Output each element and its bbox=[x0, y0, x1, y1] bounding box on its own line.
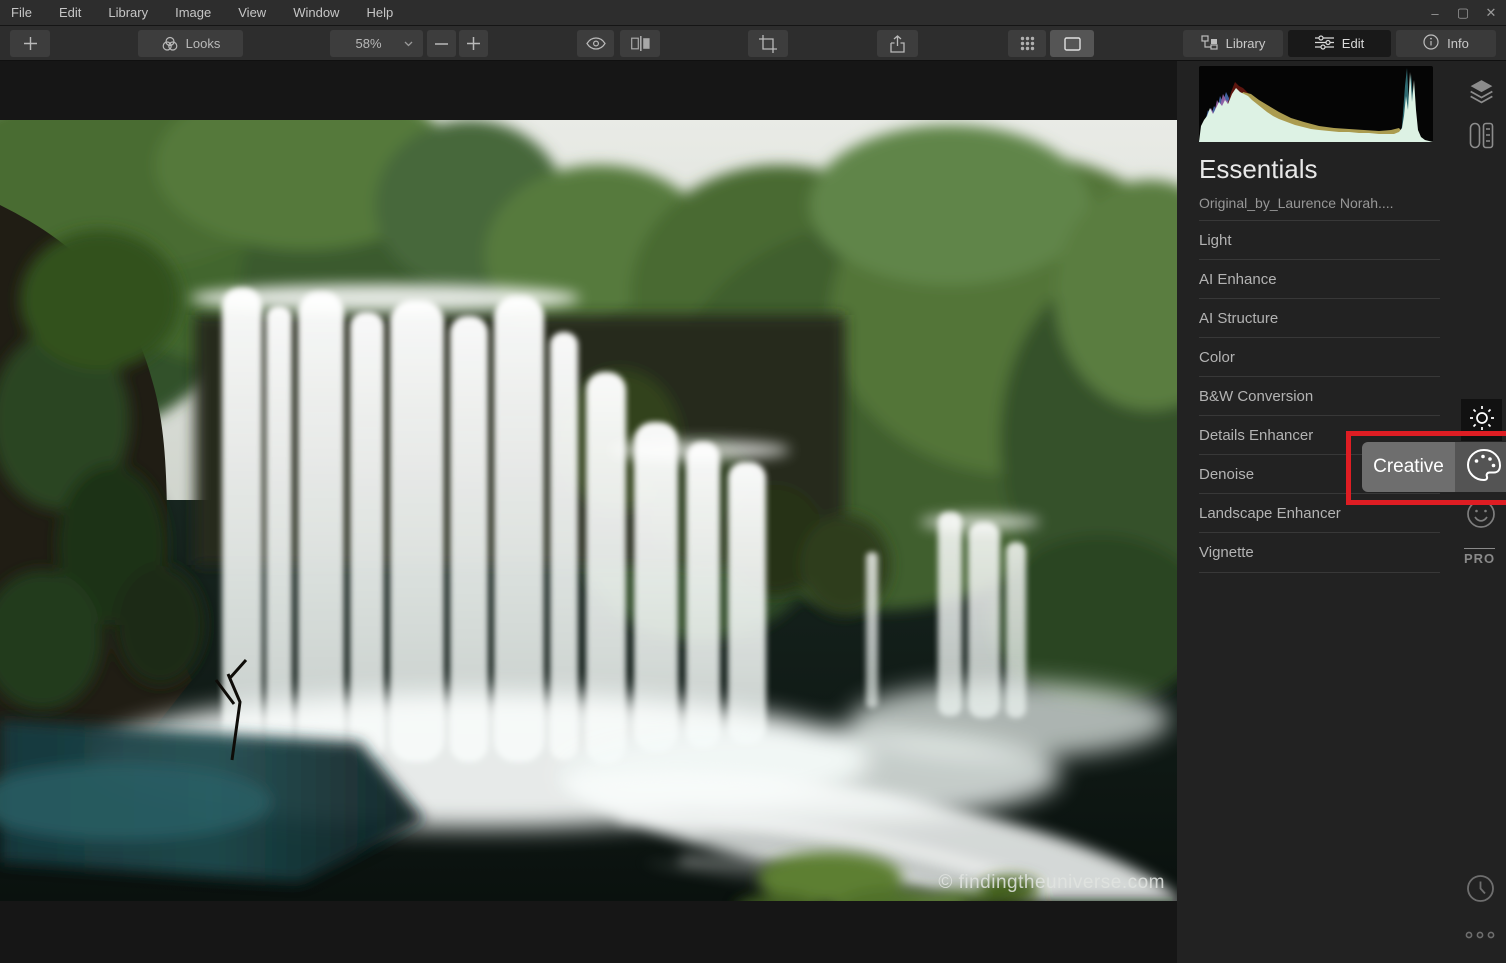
menu-list: File Edit Library Image View Window Help bbox=[0, 5, 393, 20]
preview-original-button[interactable] bbox=[577, 30, 614, 57]
history-clock-icon[interactable] bbox=[1465, 873, 1496, 904]
minus-icon bbox=[435, 42, 448, 45]
menu-item[interactable]: Help bbox=[366, 5, 393, 20]
gallery-view-button[interactable] bbox=[1008, 30, 1046, 57]
tool-list-item[interactable]: AI Structure bbox=[1199, 298, 1440, 337]
zoom-out-button[interactable] bbox=[427, 30, 456, 57]
tool-label: Color bbox=[1199, 348, 1235, 366]
tool-label: AI Enhance bbox=[1199, 270, 1277, 288]
single-view-icon bbox=[1063, 36, 1081, 51]
zoom-level-dropdown[interactable]: 58% bbox=[330, 30, 423, 57]
close-icon[interactable]: ✕ bbox=[1482, 5, 1500, 21]
menu-item[interactable]: Window bbox=[293, 5, 339, 20]
tab-library[interactable]: Library bbox=[1183, 30, 1283, 57]
preset-name: Original_by_Laurence Norah.... bbox=[1199, 195, 1394, 211]
menu-item[interactable]: View bbox=[238, 5, 266, 20]
tool-list: Light AI Enhance AI Structure Color B&W … bbox=[1199, 220, 1440, 571]
histogram[interactable] bbox=[1199, 66, 1433, 142]
menu-bar: File Edit Library Image View Window Help – ▢ ✕ bbox=[0, 0, 1506, 26]
tool-label: B&W Conversion bbox=[1199, 387, 1314, 405]
tool-list-item[interactable]: Color bbox=[1199, 337, 1440, 376]
sliders-icon bbox=[1314, 34, 1334, 53]
compare-before-after-button[interactable] bbox=[620, 30, 660, 57]
tool-list-item[interactable]: B&W Conversion bbox=[1199, 376, 1440, 415]
menu-item[interactable]: Edit bbox=[59, 5, 81, 20]
tool-list-item[interactable]: AI Enhance bbox=[1199, 259, 1440, 298]
tab-library-label: Library bbox=[1225, 36, 1266, 51]
info-icon bbox=[1423, 34, 1439, 53]
grid-view-icon bbox=[1020, 36, 1035, 51]
chevron-down-icon bbox=[404, 41, 413, 47]
export-share-button[interactable] bbox=[877, 30, 918, 57]
highlight-annotation-box bbox=[1346, 431, 1506, 505]
toolbar: Looks 58% Library Edit Info bbox=[0, 26, 1506, 61]
minimize-icon[interactable]: – bbox=[1426, 6, 1444, 21]
edits-compare-icon[interactable] bbox=[1469, 122, 1494, 149]
tool-label: Landscape Enhancer bbox=[1199, 504, 1341, 522]
plus-icon bbox=[23, 36, 38, 51]
maximize-icon[interactable]: ▢ bbox=[1454, 5, 1472, 21]
tool-label: Denoise bbox=[1199, 465, 1255, 483]
tab-edit[interactable]: Edit bbox=[1288, 30, 1391, 57]
tool-label: Light bbox=[1199, 231, 1232, 249]
tool-list-item[interactable]: Vignette bbox=[1199, 532, 1440, 571]
list-divider bbox=[1199, 572, 1440, 573]
looks-venn-icon bbox=[161, 36, 179, 52]
tool-list-item[interactable]: Light bbox=[1199, 220, 1440, 259]
window-controls: – ▢ ✕ bbox=[1426, 0, 1500, 26]
menu-item[interactable]: Library bbox=[108, 5, 148, 20]
photo-watermark: © findingtheuniverse.com bbox=[938, 872, 1165, 893]
category-professional-label[interactable]: PRO bbox=[1464, 548, 1496, 566]
waterfall-photo bbox=[0, 80, 1245, 963]
share-icon bbox=[890, 34, 905, 53]
more-options-icon[interactable] bbox=[1464, 930, 1496, 940]
plus-icon bbox=[467, 37, 480, 50]
layers-icon[interactable] bbox=[1468, 78, 1495, 104]
tab-info[interactable]: Info bbox=[1396, 30, 1496, 57]
panel-title: Essentials bbox=[1199, 154, 1318, 184]
photo-canvas[interactable]: © findingtheuniverse.com bbox=[0, 80, 1245, 963]
edit-side-panel: Essentials Original_by_Laurence Norah...… bbox=[1177, 61, 1506, 963]
tab-edit-label: Edit bbox=[1341, 36, 1365, 51]
menu-item[interactable]: Image bbox=[175, 5, 211, 20]
zoom-level-value: 58% bbox=[355, 36, 382, 51]
canvas-area: © findingtheuniverse.com bbox=[0, 61, 1245, 963]
eye-icon bbox=[585, 37, 606, 50]
split-compare-icon bbox=[630, 36, 650, 51]
tool-label: Vignette bbox=[1199, 543, 1254, 561]
library-icon bbox=[1201, 34, 1218, 53]
looks-button[interactable]: Looks bbox=[138, 30, 243, 57]
single-image-view-button[interactable] bbox=[1050, 30, 1094, 57]
add-photo-button[interactable] bbox=[10, 30, 50, 57]
zoom-in-button[interactable] bbox=[459, 30, 488, 57]
tab-info-label: Info bbox=[1447, 36, 1469, 51]
tool-label: AI Structure bbox=[1199, 309, 1279, 327]
crop-button[interactable] bbox=[748, 30, 788, 57]
crop-icon bbox=[759, 34, 777, 53]
menu-item[interactable]: File bbox=[11, 5, 32, 20]
looks-label: Looks bbox=[185, 36, 221, 51]
tool-label: Details Enhancer bbox=[1199, 426, 1314, 444]
